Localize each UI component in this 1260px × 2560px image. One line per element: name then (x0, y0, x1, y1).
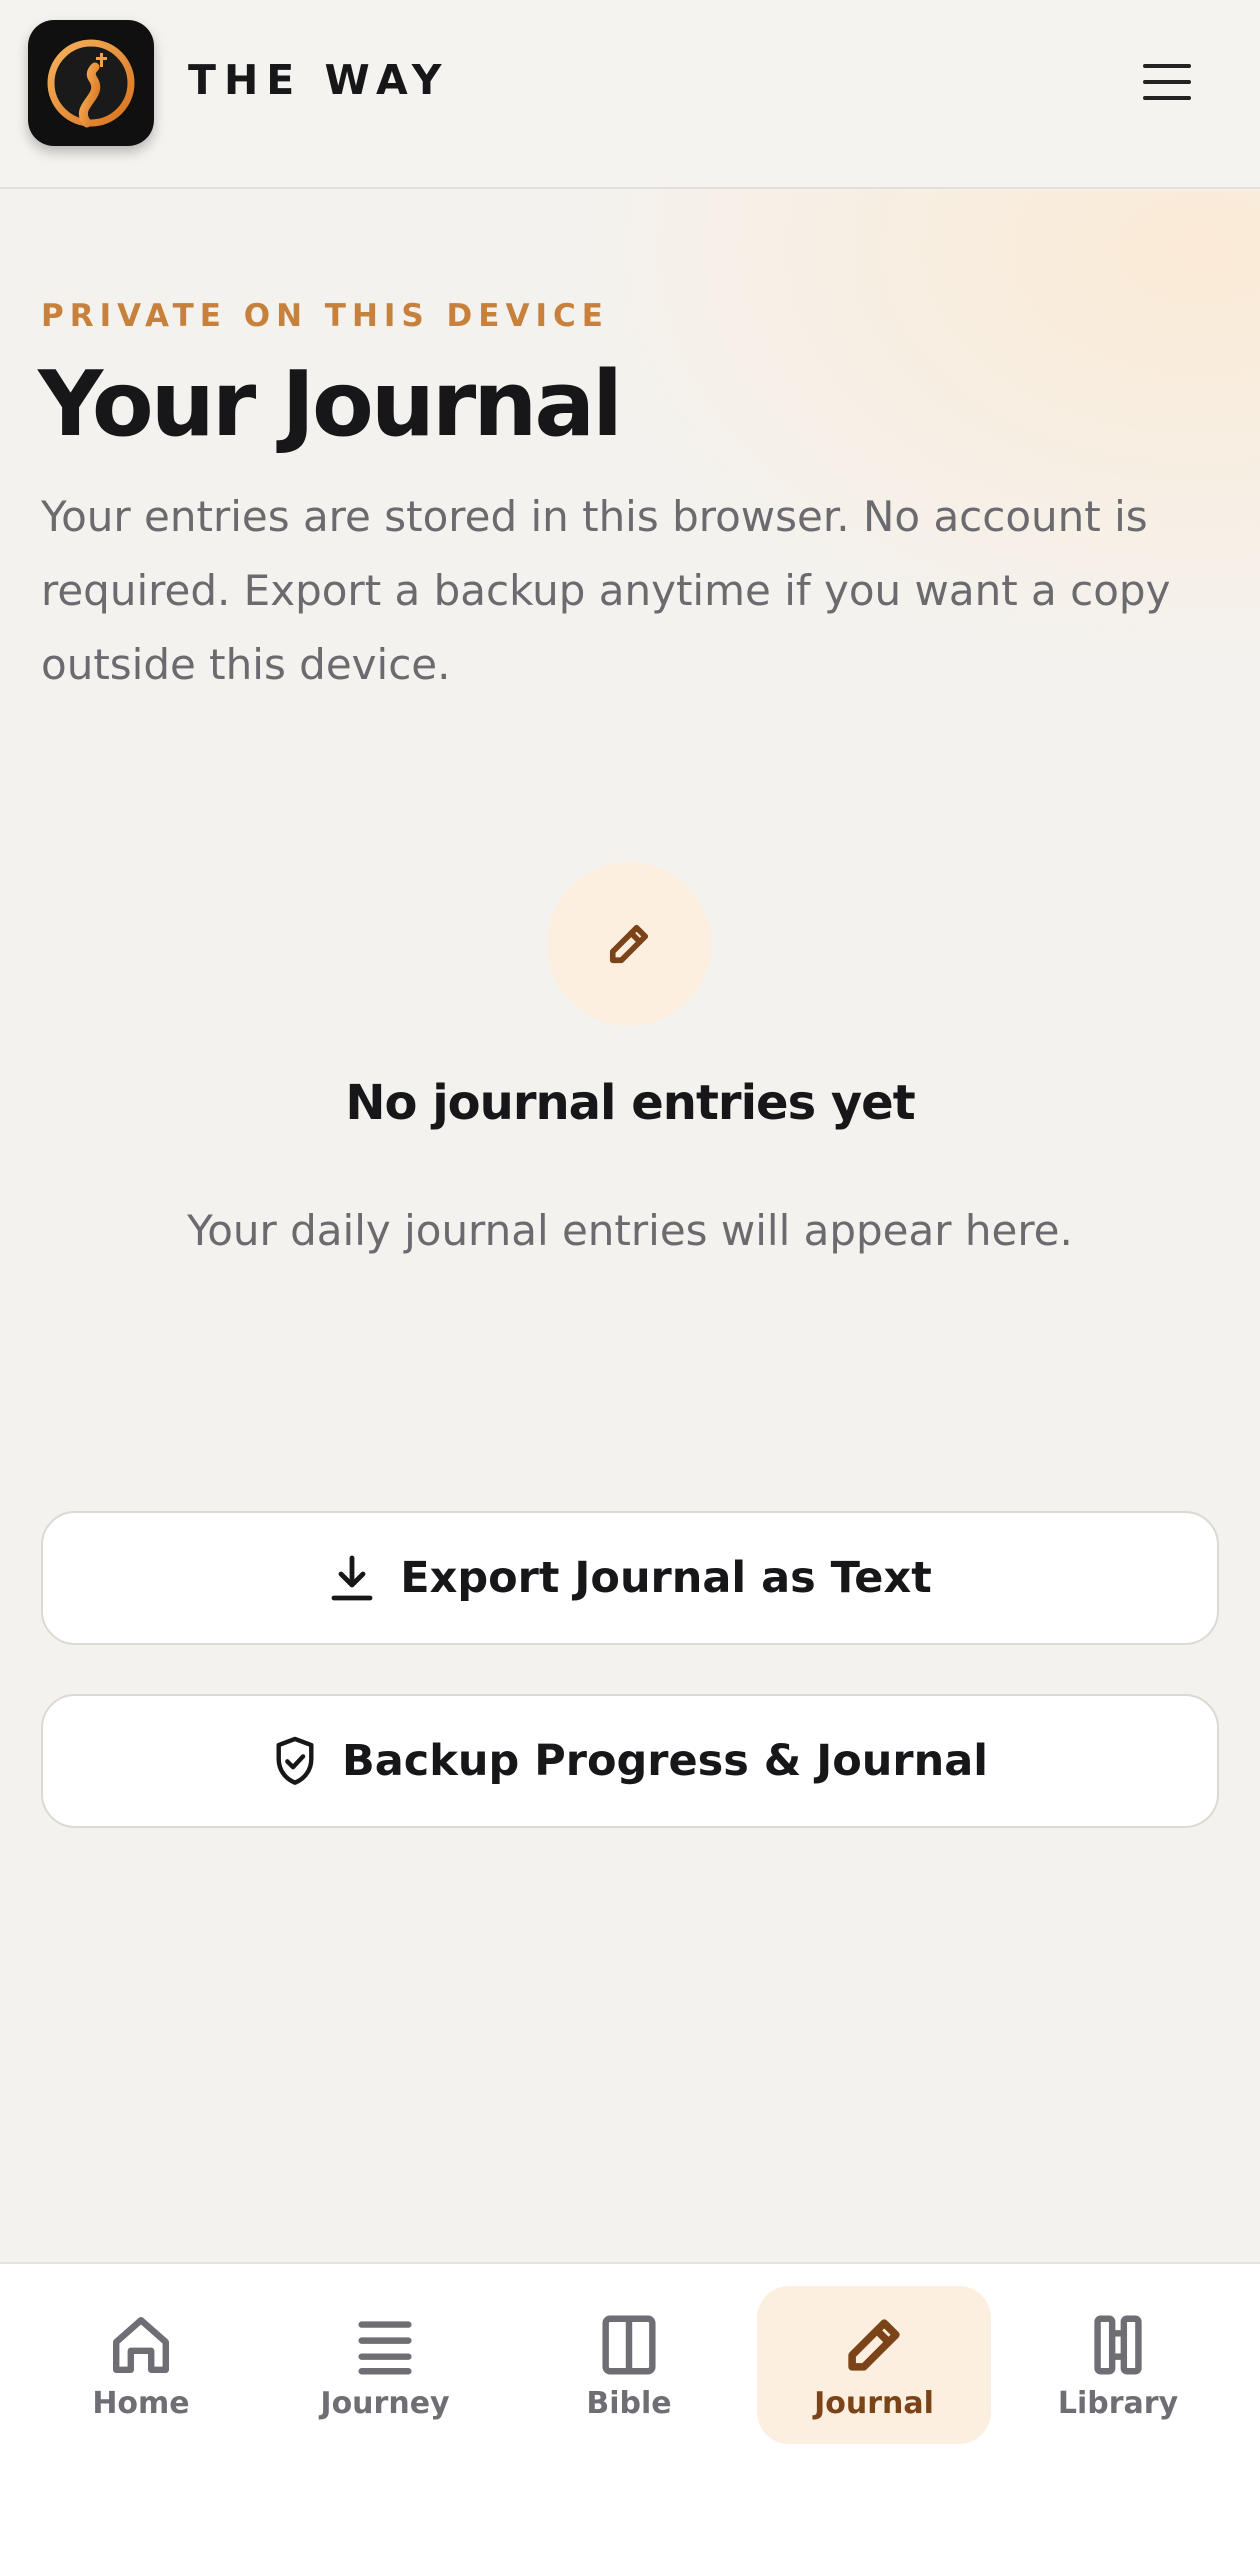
export-journal-button[interactable]: Export Journal as Text (41, 1511, 1219, 1645)
nav-item-home[interactable]: Home (24, 2286, 258, 2444)
page-description: Your entries are stored in this browser.… (41, 492, 1171, 689)
pencil-icon (609, 924, 649, 964)
backup-progress-button[interactable]: Backup Progress & Journal (41, 1694, 1219, 1828)
export-journal-label: Export Journal as Text (400, 1553, 932, 1603)
bottom-nav: Home Journey Bible Journal Library (0, 2262, 1260, 2560)
nav-label-journey: Journey (320, 2385, 450, 2421)
empty-state-title: No journal entries yet (345, 1075, 915, 1131)
menu-button[interactable] (1130, 52, 1204, 112)
pencil-icon (848, 2318, 900, 2371)
nav-label-home: Home (92, 2385, 190, 2421)
nav-label-bible: Bible (586, 2385, 672, 2421)
list-icon (358, 2320, 412, 2374)
book-icon (602, 2315, 656, 2374)
shield-check-icon (276, 1736, 314, 1785)
hamburger-menu-icon (1143, 64, 1191, 100)
backup-progress-label: Backup Progress & Journal (341, 1736, 988, 1786)
page-title: Your Journal (38, 352, 623, 457)
nav-item-journey[interactable]: Journey (268, 2286, 502, 2444)
section-eyebrow: PRIVATE ON THIS DEVICE (41, 298, 609, 334)
nav-item-journal[interactable]: Journal (757, 2286, 991, 2444)
nav-item-bible[interactable]: Bible (512, 2286, 746, 2444)
empty-state-subtitle: Your daily journal entries will appear h… (187, 1206, 1073, 1255)
download-icon (331, 1555, 373, 1601)
library-icon (1094, 2315, 1142, 2374)
nav-item-library[interactable]: Library (1001, 2286, 1235, 2444)
app-logo[interactable] (28, 20, 154, 146)
app-header: THE WAY (0, 0, 1260, 189)
nav-label-journal: Journal (814, 2385, 934, 2421)
empty-state-icon-circle (547, 862, 711, 1026)
nav-label-library: Library (1057, 2385, 1179, 2421)
home-icon (113, 2316, 169, 2373)
brand-name: THE WAY (188, 56, 450, 104)
path-cross-logo-icon (47, 39, 135, 128)
